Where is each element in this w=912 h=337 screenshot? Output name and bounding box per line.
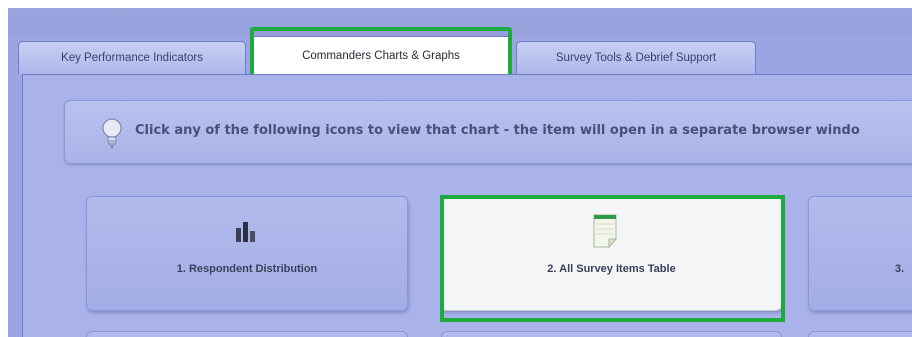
tile-row2-2[interactable] [441, 331, 782, 337]
instruction-text: Click any of the following icons to view… [135, 123, 860, 138]
tile-highlight-box [440, 195, 785, 322]
bar-chart-icon [236, 222, 255, 242]
tab-survey-tools-debrief-support[interactable]: Survey Tools & Debrief Support [516, 41, 756, 74]
tab-label: Key Performance Indicators [61, 52, 203, 64]
tab-key-performance-indicators[interactable]: Key Performance Indicators [18, 41, 246, 74]
tile-label: 3. [895, 263, 905, 275]
lightbulb-icon [102, 118, 122, 149]
instruction-banner: Click any of the following icons to view… [64, 100, 912, 164]
tile-row2-1[interactable] [86, 331, 408, 337]
tab-label: Survey Tools & Debrief Support [555, 52, 717, 64]
tile-label: 1. Respondent Distribution [176, 263, 318, 275]
tile-third-chart[interactable]: 3. [808, 196, 912, 311]
tile-row2-3[interactable] [808, 331, 912, 337]
tile-respondent-distribution[interactable]: 1. Respondent Distribution [86, 196, 408, 311]
app-window: Key Performance Indicators Commanders Ch… [8, 8, 912, 337]
